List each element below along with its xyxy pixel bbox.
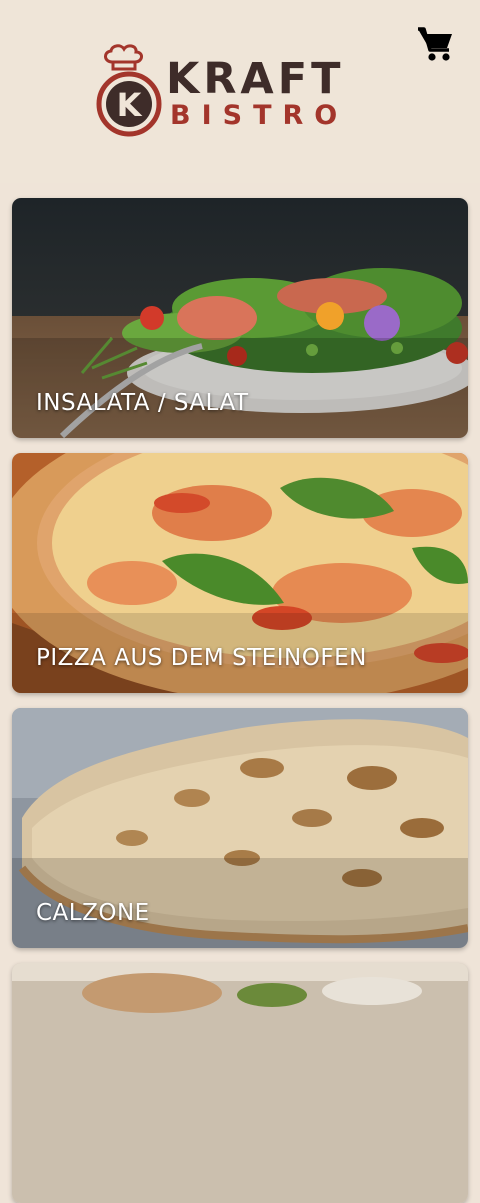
logo-chef-emblem: K [96, 44, 162, 137]
category-card-calzone[interactable]: CALZONE [12, 708, 468, 948]
category-card-pasta[interactable] [12, 963, 468, 1203]
category-label: INSALATA / SALAT [36, 390, 249, 416]
logo-word-kraft: KRAFT [166, 54, 345, 104]
app-header: K KRAFT BISTRO [0, 0, 480, 183]
svg-text:K: K [117, 86, 143, 124]
cart-button[interactable] [414, 22, 458, 66]
cart-icon [418, 27, 452, 61]
category-label: PIZZA AUS DEM STEINOFEN [36, 645, 367, 671]
category-card-pizza[interactable]: PIZZA AUS DEM STEINOFEN [12, 453, 468, 693]
category-label: CALZONE [36, 900, 150, 926]
category-list: INSALATA / SALAT PIZZA AUS DEM STEINOFEN… [0, 183, 480, 1203]
category-card-salad[interactable]: INSALATA / SALAT [12, 198, 468, 438]
logo-word-bistro: BISTRO [170, 100, 349, 131]
pasta-photo [12, 963, 468, 1203]
kraft-bistro-logo[interactable]: K KRAFT BISTRO [94, 44, 356, 139]
